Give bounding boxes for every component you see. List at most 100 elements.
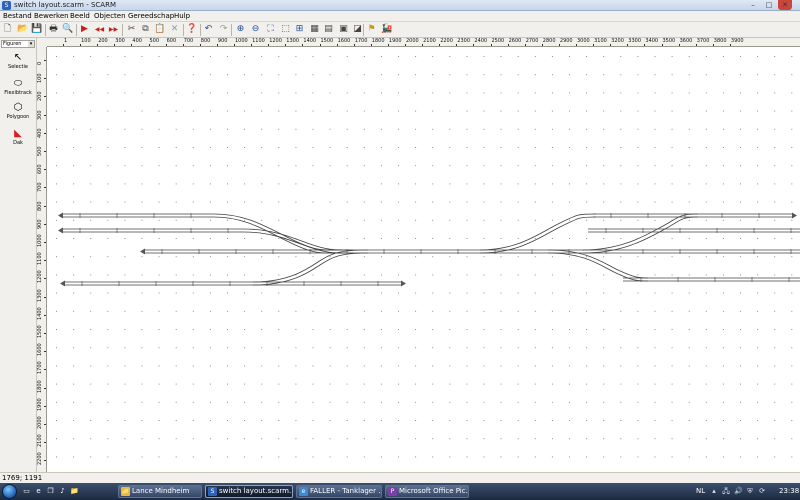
help-button[interactable]: ❓ [186, 24, 197, 35]
maximize-button[interactable]: □ [762, 0, 776, 10]
ruler-left-label: 2100 [37, 434, 43, 448]
taskbar-office[interactable]: P Microsoft Office Pic... [385, 485, 469, 498]
menu-beeld[interactable]: Beeld [70, 12, 90, 21]
ruler-button[interactable]: ▦ [309, 24, 320, 35]
print-button[interactable]: 🖶 [48, 24, 59, 35]
polygon-icon: ⬡ [13, 102, 23, 113]
new-file-button[interactable]: 🗋 [2, 24, 13, 35]
ie-icon[interactable]: e [34, 487, 43, 496]
open-folder-button[interactable]: 📂 [17, 24, 28, 35]
ruler-tick [576, 44, 577, 46]
track-drawing[interactable] [48, 48, 800, 472]
show-desktop-icon[interactable]: ▭ [22, 487, 31, 496]
ruler-tick [558, 44, 560, 46]
media-icon[interactable]: ♪ [58, 487, 67, 496]
zoom-in-button[interactable]: ⊕ [235, 24, 246, 35]
menu-bestand[interactable]: Bestand [3, 12, 32, 21]
ruler-tick [439, 44, 441, 46]
ruler-tick [44, 78, 46, 80]
zoom-window-button[interactable]: ⬚ [280, 24, 291, 35]
minimize-button[interactable]: – [746, 0, 760, 10]
zoom-fit-button[interactable]: ⛶ [265, 24, 276, 35]
volume-icon[interactable]: 🔊 [734, 487, 743, 495]
train-3d-button[interactable]: 🚂 [381, 24, 392, 35]
close-button[interactable]: ✕ [778, 0, 792, 10]
ruler-top-label: 1 [64, 38, 68, 44]
zoom-out-button[interactable]: ⊖ [250, 24, 261, 35]
update-icon[interactable]: ⟳ [758, 487, 766, 495]
switch-curve-left-2[interactable] [243, 228, 354, 254]
ruler-tick [44, 387, 46, 389]
switch-curve-right-2[interactable] [582, 213, 699, 254]
polygon-tool[interactable]: ⬡ Polygoon [0, 101, 36, 125]
track-line-2[interactable] [62, 228, 244, 233]
properties-button[interactable]: ▣ [338, 24, 349, 35]
rewind-button[interactable]: ◀◀ [94, 24, 105, 35]
roof-tool[interactable]: ◣ Dak [0, 127, 36, 151]
taskbar-lance-mindheim[interactable]: 📁 Lance Mindheim [118, 485, 202, 498]
track-line-4[interactable] [64, 281, 402, 286]
ruler-tick [44, 223, 46, 225]
delete-button[interactable]: ✕ [169, 24, 180, 35]
redo-button[interactable]: ↷ [218, 24, 229, 35]
play-icon: ▶ [81, 24, 88, 34]
switch-curve-left-3[interactable] [252, 249, 369, 286]
clock[interactable]: 23:38 [779, 487, 799, 496]
switch-curve-right-3[interactable] [547, 249, 649, 282]
print-preview-icon: 🔍 [62, 24, 74, 34]
language-indicator[interactable]: NL [696, 487, 705, 496]
security-icon[interactable]: ⛨ [746, 487, 754, 495]
ruler-tick [97, 44, 99, 46]
select-tool[interactable]: ↖ Selectie [0, 51, 36, 75]
fast-forward-button[interactable]: ▶▶ [108, 24, 119, 35]
track-right-2[interactable] [588, 228, 800, 233]
menu-gereedschap[interactable]: Gereedschap [128, 12, 174, 21]
undo-button[interactable]: ↶ [203, 24, 214, 35]
taskbar-faller[interactable]: e FALLER - Tanklager ... [296, 485, 382, 498]
tray-up-icon[interactable]: ▴ [710, 487, 718, 495]
network-icon[interactable]: 🖧 [722, 487, 730, 495]
paste-button[interactable]: 📋 [154, 24, 165, 35]
grid-dots [56, 56, 793, 458]
cut-button[interactable]: ✂ [126, 24, 137, 35]
ruler-tick [593, 44, 595, 46]
toggle-button[interactable]: ◪ [352, 24, 363, 35]
track-right-4[interactable] [623, 277, 800, 282]
switch-windows-icon[interactable]: ❐ [46, 487, 55, 496]
switch-curve-right-1[interactable] [479, 213, 597, 254]
ruler-tick [44, 114, 46, 116]
flexible-track-tool[interactable]: ⬭ Flexibtrack [0, 77, 36, 101]
explorer-icon[interactable]: 📁 [70, 487, 79, 496]
track-main-line[interactable] [144, 249, 800, 254]
grid-button[interactable]: ⊞ [294, 24, 305, 35]
new-file-icon: 🗋 [3, 24, 12, 34]
switch-curve-left-1[interactable] [213, 213, 349, 254]
print-preview-button[interactable]: 🔍 [62, 24, 73, 35]
flag-button[interactable]: ⚑ [366, 24, 377, 35]
menu-objecten[interactable]: Objecten [94, 12, 126, 21]
scarm-icon: S [2, 1, 11, 10]
ruler-top-label: 3800 [713, 38, 727, 44]
menu-hulp[interactable]: Hulp [174, 12, 190, 21]
ruler-tick [131, 44, 133, 46]
layers-button[interactable]: ▤ [323, 24, 334, 35]
ruler-top-label: 900 [217, 38, 228, 44]
menu-bewerken[interactable]: Bewerken [34, 12, 69, 21]
cursor-arrow-icon: ↖ [13, 52, 23, 63]
save-button[interactable]: 💾 [31, 24, 42, 35]
start-button[interactable] [2, 484, 17, 499]
cut-icon: ✂ [127, 24, 136, 34]
taskbar-scarm[interactable]: Sswitch layout.scarm... [205, 485, 293, 498]
ruler-corner [37, 38, 47, 47]
ruler-tick [627, 44, 629, 46]
ruler-tick [302, 44, 304, 46]
ruler-tick [353, 44, 355, 46]
copy-button[interactable]: ⧉ [140, 24, 151, 35]
panel-category-select[interactable]: Figuren ▾ [1, 40, 35, 48]
ruler-tick [44, 187, 46, 189]
ruler-tick [44, 460, 46, 462]
play-button[interactable]: ▶ [79, 24, 90, 35]
layout-canvas[interactable] [48, 48, 800, 472]
ruler-tick [44, 132, 46, 134]
ruler-tick [695, 44, 697, 46]
